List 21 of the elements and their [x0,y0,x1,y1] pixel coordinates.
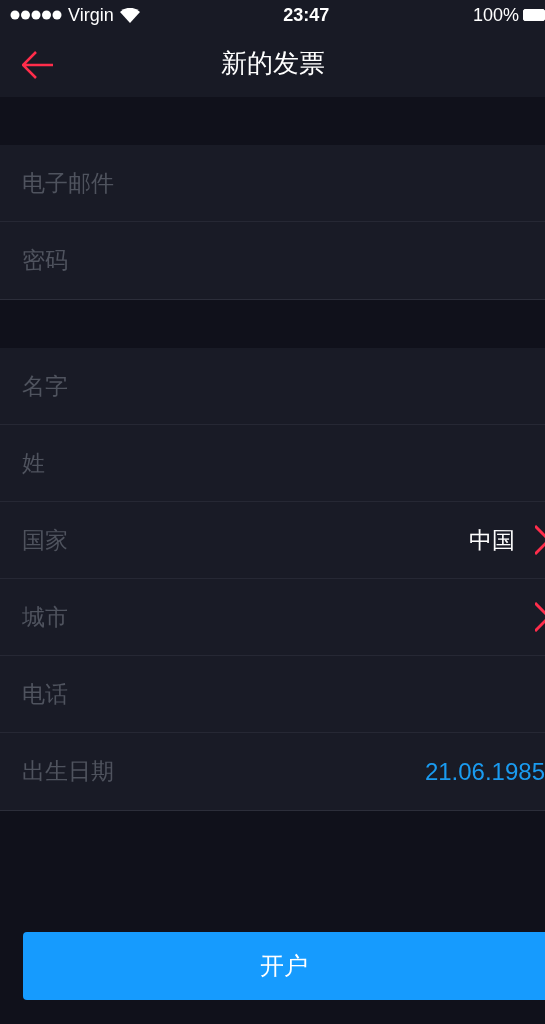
field-label[interactable]: 城市 [22,599,68,635]
date-value[interactable]: 21.06.1985 [424,753,545,790]
chevron-icon [535,602,545,632]
field-label[interactable]: 出生日期 [22,754,114,789]
field-label[interactable]: 姓 [22,445,45,481]
back-arrow-icon[interactable] [22,51,54,79]
battery-percent: 100% [472,3,519,27]
open-account-button[interactable]: 开户 [23,932,545,1000]
clock-time: 23:47 [283,3,330,27]
page-title: 新的发票 [220,47,325,80]
field-label[interactable]: 密码 [22,243,68,278]
signal-icon [10,10,62,20]
field-label[interactable]: 国家 [22,522,68,558]
wifi-icon [119,7,140,23]
field-label[interactable]: 电话 [22,676,68,712]
chevron-icon [535,525,545,555]
field-label[interactable]: 名字 [22,368,68,404]
field-value: 中国 [469,525,515,555]
carrier-name: Virgin [68,3,114,27]
battery-icon [523,9,545,21]
field-label[interactable]: 电子邮件 [22,165,114,201]
